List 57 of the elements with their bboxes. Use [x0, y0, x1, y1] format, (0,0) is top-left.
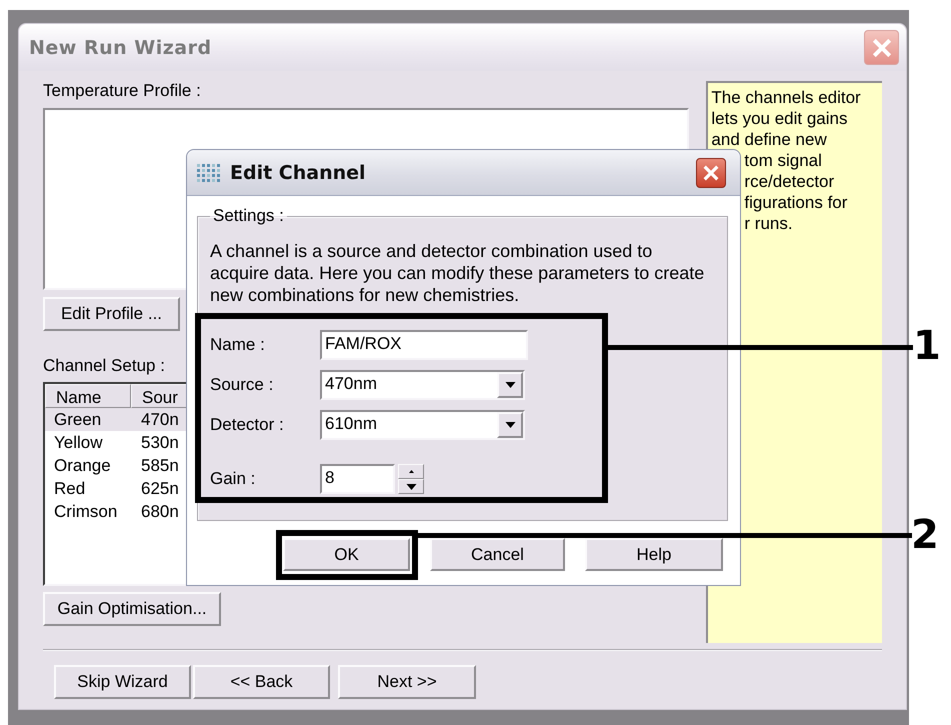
help-text: rce/detector — [744, 171, 836, 192]
help-text: figurations for — [744, 192, 848, 213]
down-arrow-icon — [406, 484, 416, 490]
description-text: A channel is a source and detector combination used to acquire data. Here you can modify these parameters to create new combinations for new chemistries. — [210, 240, 706, 306]
dropdown-field[interactable]: 610nm — [320, 410, 525, 440]
wizard-button[interactable]: Next >> — [338, 665, 476, 699]
close-button[interactable] — [696, 158, 726, 188]
channel-row[interactable]: Red 625n — [45, 477, 189, 500]
group-label: Settings : — [212, 206, 285, 226]
field-label: Gain : — [210, 469, 256, 489]
table-cell-text: Crimson — [53, 502, 118, 522]
table-cell-text: Yellow — [53, 432, 104, 452]
name-field[interactable]: FAM/ROX — [320, 330, 528, 360]
help-text: The channels editor — [711, 87, 862, 108]
wizard-button[interactable]: Skip Wizard — [54, 665, 191, 699]
section-label: Temperature Profile : — [43, 81, 202, 101]
close-icon — [870, 36, 892, 58]
section-label: Channel Setup : — [43, 356, 165, 375]
channel-row[interactable]: Orange 585n — [45, 454, 189, 477]
table-cell-text: Orange — [53, 456, 112, 476]
table-cell-text: 530n — [141, 432, 180, 452]
close-icon — [702, 164, 720, 182]
callout-number: 1 — [913, 326, 941, 366]
dialog-button[interactable]: Cancel — [430, 538, 565, 571]
field-label: Source : — [210, 375, 274, 395]
dialog-button[interactable]: Help — [585, 538, 723, 571]
help-text: tom signal — [744, 150, 823, 171]
edit-profile-button[interactable]: Edit Profile ... — [43, 297, 180, 331]
help-text: and define new — [711, 129, 828, 150]
gain-field[interactable]: 8 — [320, 464, 395, 494]
table-cell-text: 470n — [141, 410, 180, 430]
field-label: Detector : — [210, 415, 285, 435]
dropdown-arrow-icon — [504, 422, 516, 428]
table-cell-text: 585n — [141, 456, 180, 476]
table-cell-text: 680n — [141, 502, 180, 522]
dialog-button[interactable]: OK — [283, 538, 410, 571]
dialog-title: Edit Channel — [230, 162, 367, 184]
spin-down-button[interactable] — [398, 479, 424, 494]
channel-row[interactable]: Yellow 530n — [45, 431, 189, 454]
channel-row[interactable]: Crimson 680n — [45, 500, 189, 523]
gain-optimisation-button[interactable]: Gain Optimisation... — [43, 592, 221, 626]
table-cell-text: Green — [53, 410, 102, 430]
channel-row[interactable]: Green 470n — [45, 408, 189, 431]
column-header[interactable]: Sour — [131, 384, 189, 408]
table-cell-text: 625n — [141, 478, 180, 498]
window-title: New Run Wizard — [29, 36, 212, 58]
help-text: lets you edit gains — [711, 108, 848, 129]
dropdown-field[interactable]: 470nm — [320, 370, 525, 400]
table-cell-text: Red — [53, 478, 86, 498]
wizard-button[interactable]: << Back — [193, 665, 330, 699]
column-header[interactable]: Name — [45, 384, 131, 408]
dropdown-arrow-icon — [504, 382, 516, 388]
up-arrow-icon — [408, 470, 414, 473]
field-label: Name : — [210, 335, 266, 355]
callout-number: 2 — [911, 515, 939, 555]
help-text: r runs. — [744, 213, 794, 234]
app-icon — [196, 162, 222, 184]
